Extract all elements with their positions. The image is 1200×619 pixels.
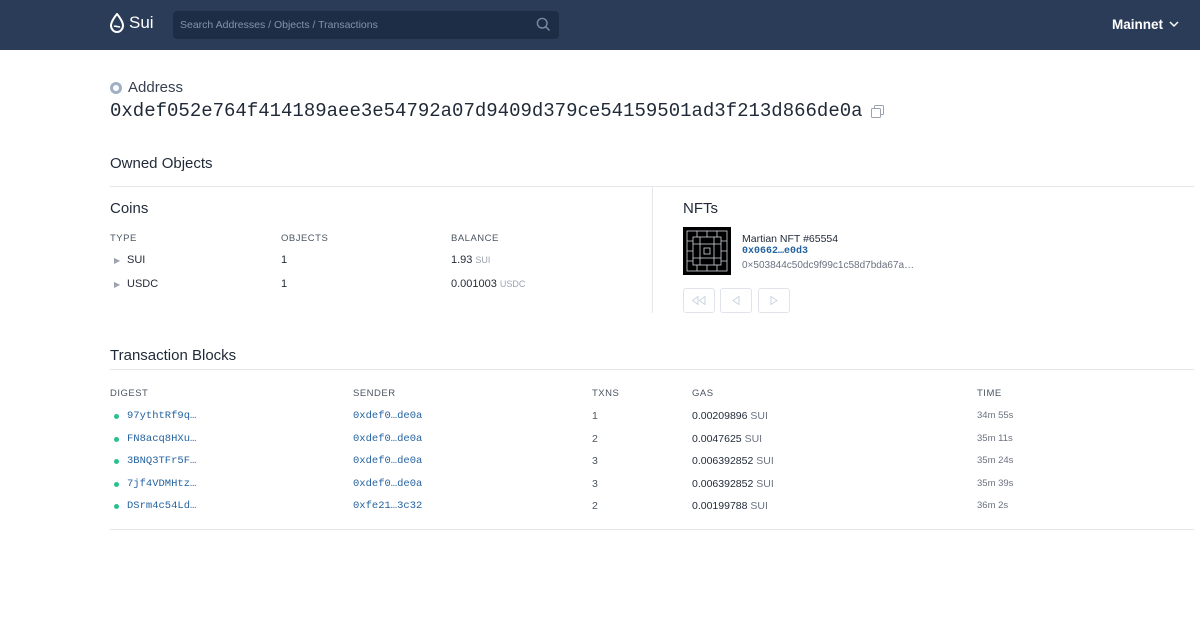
tx-sender-link[interactable]: 0xdef0…de0a — [353, 410, 422, 422]
coin-objects: 1 — [281, 254, 288, 266]
table-row: FN8acq8HXu… 0xdef0…de0a 2 0.0047625 SUI … — [110, 433, 1194, 453]
coin-unit: USDC — [499, 279, 526, 289]
tx-count: 2 — [592, 500, 598, 512]
address-heading: Address — [110, 79, 183, 96]
coin-balance: 0.001003 USDC — [451, 278, 526, 290]
coin-unit: SUI — [475, 255, 491, 265]
nft-type: 0×503844c50dc9f99c1c58d7bda67a… — [742, 260, 915, 271]
table-row: 97ythtRf9q… 0xdef0…de0a 1 0.00209896 SUI… — [110, 410, 1194, 430]
success-status-dot — [114, 437, 119, 442]
tx-header-digest: DIGEST — [110, 388, 149, 399]
address-value: 0xdef052e764f414189aee3e54792a07d9409d37… — [110, 100, 863, 122]
next-page-button[interactable] — [758, 288, 790, 313]
tx-header-time: TIME — [977, 388, 1002, 399]
nft-image-icon — [683, 227, 731, 275]
tx-time: 35m 11s — [977, 433, 1013, 444]
chevron-right-icon — [770, 296, 778, 305]
coin-balance: 1.93 SUI — [451, 254, 491, 266]
success-status-dot — [114, 459, 119, 464]
tx-gas: 0.006392852 SUI — [692, 478, 774, 490]
sui-logo[interactable]: Sui — [109, 13, 154, 33]
expand-triangle-icon[interactable]: ▶ — [114, 256, 120, 265]
chevron-down-icon — [1169, 21, 1179, 28]
coins-header-objects: OBJECTS — [281, 233, 329, 244]
tx-digest-link[interactable]: 7jf4VDMHtz… — [127, 478, 196, 490]
address-label: Address — [128, 79, 184, 96]
tx-digest-link[interactable]: DSrm4c54Ld… — [127, 500, 196, 512]
success-status-dot — [114, 414, 119, 419]
tx-gas: 0.006392852 SUI — [692, 455, 774, 467]
network-selector[interactable]: Mainnet — [1112, 17, 1179, 32]
tx-gas: 0.0047625 SUI — [692, 433, 763, 445]
success-status-dot — [114, 482, 119, 487]
tx-header-txns: TXNS — [592, 388, 620, 399]
tx-digest-link[interactable]: FN8acq8HXu… — [127, 433, 196, 445]
tx-time: 35m 39s — [977, 478, 1014, 489]
table-bottom-divider — [110, 529, 1194, 530]
tx-sender-link[interactable]: 0xdef0…de0a — [353, 455, 422, 467]
tx-digest-link[interactable]: 3BNQ3TFr5F… — [127, 455, 196, 467]
nft-object-id-link[interactable]: 0x0662…e0d3 — [742, 246, 808, 257]
tx-count: 1 — [592, 410, 598, 422]
previous-page-button[interactable] — [720, 288, 752, 313]
copy-icon[interactable] — [870, 104, 884, 118]
coins-title: Coins — [110, 200, 149, 217]
address-icon — [110, 81, 122, 94]
tx-count: 3 — [592, 455, 598, 467]
transaction-blocks-tab[interactable]: Transaction Blocks — [110, 347, 237, 370]
tx-sender-link[interactable]: 0xdef0…de0a — [353, 433, 422, 445]
nfts-title: NFTs — [683, 200, 718, 217]
nft-name: Martian NFT #65554 — [742, 233, 839, 245]
tx-sender-link[interactable]: 0xdef0…de0a — [353, 478, 422, 490]
section-divider — [110, 369, 1194, 370]
expand-triangle-icon[interactable]: ▶ — [114, 280, 120, 289]
tx-count: 3 — [592, 478, 598, 490]
chevron-left-icon — [732, 296, 740, 305]
owned-objects-title: Owned Objects — [110, 155, 213, 172]
column-divider — [652, 187, 653, 313]
nft-thumbnail[interactable] — [683, 227, 731, 275]
network-label: Mainnet — [1111, 17, 1163, 32]
search-input[interactable] — [173, 11, 559, 39]
table-row: 3BNQ3TFr5F… 0xdef0…de0a 3 0.006392852 SU… — [110, 455, 1194, 475]
first-page-button[interactable] — [683, 288, 715, 313]
search-bar[interactable] — [173, 11, 559, 39]
coin-symbol: SUI — [127, 254, 146, 266]
tx-time: 35m 24s — [977, 455, 1014, 466]
tx-gas: 0.00199788 SUI — [692, 500, 768, 512]
coin-objects: 1 — [281, 278, 288, 290]
double-chevron-left-icon — [692, 296, 706, 305]
table-row: 7jf4VDMHtz… 0xdef0…de0a 3 0.006392852 SU… — [110, 478, 1194, 498]
tx-time: 36m 2s — [977, 500, 1009, 511]
coin-row[interactable]: ▶ USDC 1 0.001003 USDC — [110, 278, 650, 298]
tx-sender-link[interactable]: 0xfe21…3c32 — [353, 500, 422, 512]
coins-header-type: TYPE — [110, 233, 137, 244]
search-icon[interactable] — [536, 17, 551, 32]
brand-name: Sui — [129, 13, 154, 32]
coin-row[interactable]: ▶ SUI 1 1.93 SUI — [110, 254, 650, 274]
coins-header-balance: BALANCE — [451, 233, 499, 244]
tx-header-gas: GAS — [692, 388, 714, 399]
tx-count: 2 — [592, 433, 598, 445]
sui-drop-icon — [109, 13, 125, 33]
tx-time: 34m 55s — [977, 410, 1014, 421]
top-navigation-bar: Sui Mainnet — [0, 0, 1200, 50]
success-status-dot — [114, 504, 119, 509]
table-row: DSrm4c54Ld… 0xfe21…3c32 2 0.00199788 SUI… — [110, 500, 1194, 520]
tx-gas: 0.00209896 SUI — [692, 410, 768, 422]
coin-symbol: USDC — [127, 278, 159, 290]
tx-digest-link[interactable]: 97ythtRf9q… — [127, 410, 196, 422]
address-value-row: 0xdef052e764f414189aee3e54792a07d9409d37… — [110, 100, 884, 122]
tx-header-sender: SENDER — [353, 388, 396, 399]
